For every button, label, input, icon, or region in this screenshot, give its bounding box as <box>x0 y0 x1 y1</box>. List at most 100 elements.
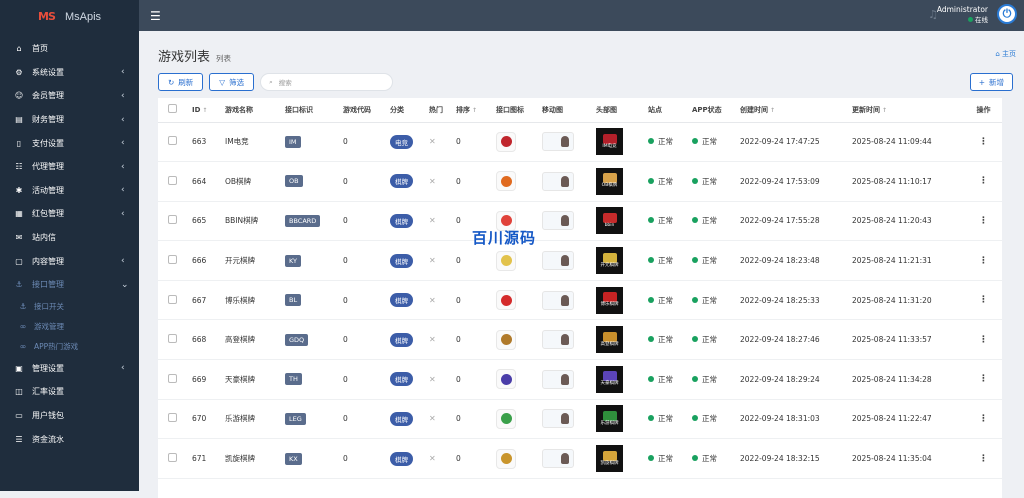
sort-icon[interactable]: ↑ <box>202 107 207 114</box>
table-row[interactable]: 669天豪棋牌TH0棋牌✕0天豪棋牌正常正常2022-09-24 18:29:2… <box>158 360 1002 400</box>
close-icon[interactable]: ✕ <box>429 296 436 305</box>
table-row[interactable]: 667博乐棋牌BL0棋牌✕0博乐棋牌正常正常2022-09-24 18:25:3… <box>158 280 1002 320</box>
column-header[interactable]: 排序↑ <box>456 98 496 122</box>
close-icon[interactable]: ✕ <box>429 414 436 423</box>
mobile-image-thumbnail[interactable] <box>542 449 574 468</box>
sidebar-item[interactable]: ✱活动管理‹ <box>0 179 139 203</box>
refresh-icon: ↻ <box>168 78 174 87</box>
row-checkbox[interactable] <box>168 453 177 462</box>
filter-button[interactable]: ▽筛选 <box>209 73 254 91</box>
sidebar-item[interactable]: ⚙系统设置‹ <box>0 61 139 85</box>
sidebar-item[interactable]: ◫汇率设置 <box>0 380 139 404</box>
table-row[interactable]: 664OB棋牌OB0棋牌✕0OB棋牌正常正常2022-09-24 17:53:0… <box>158 162 1002 202</box>
close-icon[interactable]: ✕ <box>429 335 436 344</box>
close-icon[interactable]: ✕ <box>429 177 436 186</box>
header-image-thumbnail[interactable]: bbin <box>596 207 623 234</box>
more-actions-icon[interactable]: ⋮ <box>979 176 988 186</box>
header-image-thumbnail[interactable]: 凯旋棋牌 <box>596 445 623 472</box>
row-checkbox[interactable] <box>168 176 177 185</box>
game-logo-icon[interactable] <box>496 369 516 389</box>
sidebar-item[interactable]: ▦红包管理‹ <box>0 202 139 226</box>
table-row[interactable]: 666开元棋牌KY0棋牌✕0开元棋牌正常正常2022-09-24 18:23:4… <box>158 241 1002 281</box>
sidebar-item[interactable]: ▣管理设置‹ <box>0 357 139 381</box>
close-icon[interactable]: ✕ <box>429 454 436 463</box>
mobile-image-thumbnail[interactable] <box>542 330 574 349</box>
header-image-thumbnail[interactable]: 乐游棋牌 <box>596 405 623 432</box>
sidebar-subitem[interactable]: ⚓接口开关 <box>0 297 139 317</box>
header-image-thumbnail[interactable]: 开元棋牌 <box>596 247 623 274</box>
table-row[interactable]: 663IM电竞IM0电竞✕0IM电竞正常正常2022-09-24 17:47:2… <box>158 122 1002 162</box>
select-all-checkbox[interactable] <box>168 104 177 113</box>
close-icon[interactable]: ✕ <box>429 216 436 225</box>
column-header[interactable]: 创建时间↑ <box>740 98 852 122</box>
add-button[interactable]: +新增 <box>970 73 1013 91</box>
mobile-image-thumbnail[interactable] <box>542 409 574 428</box>
more-actions-icon[interactable]: ⋮ <box>979 335 988 345</box>
game-logo-icon[interactable] <box>496 330 516 350</box>
game-logo-icon[interactable] <box>496 251 516 271</box>
mobile-image-thumbnail[interactable] <box>542 291 574 310</box>
mobile-image-thumbnail[interactable] <box>542 211 574 230</box>
more-actions-icon[interactable]: ⋮ <box>979 256 988 266</box>
row-checkbox[interactable] <box>168 255 177 264</box>
power-icon[interactable]: ⏻ <box>997 4 1017 24</box>
game-logo-icon[interactable] <box>496 171 516 191</box>
more-actions-icon[interactable]: ⋮ <box>979 295 988 305</box>
table-row[interactable]: 668高登棋牌GDQ0棋牌✕0高登棋牌正常正常2022-09-24 18:27:… <box>158 320 1002 360</box>
sidebar-item[interactable]: ☺会员管理‹ <box>0 84 139 108</box>
row-checkbox[interactable] <box>168 413 177 422</box>
more-actions-icon[interactable]: ⋮ <box>979 454 988 464</box>
sidebar-item[interactable]: ⌂首页 <box>0 37 139 61</box>
game-logo-icon[interactable] <box>496 409 516 429</box>
more-actions-icon[interactable]: ⋮ <box>979 414 988 424</box>
game-logo-icon[interactable] <box>496 290 516 310</box>
sidebar-subitem[interactable]: ∞游戏管理 <box>0 317 139 337</box>
header-image-thumbnail[interactable]: OB棋牌 <box>596 168 623 195</box>
sort-icon[interactable]: ↑ <box>882 107 887 114</box>
sort-icon[interactable]: ↑ <box>472 107 477 114</box>
table-row[interactable]: 671凯旋棋牌KX0棋牌✕0凯旋棋牌正常正常2022-09-24 18:32:1… <box>158 439 1002 479</box>
refresh-button[interactable]: ↻刷新 <box>158 73 203 91</box>
column-header[interactable]: ID↑ <box>192 98 225 122</box>
sidebar-item[interactable]: ▭用户钱包 <box>0 404 139 428</box>
close-icon[interactable]: ✕ <box>429 256 436 265</box>
more-actions-icon[interactable]: ⋮ <box>979 374 988 384</box>
table-row[interactable]: 665BBIN棋牌BBCARD0棋牌✕0bbin正常正常2022-09-24 1… <box>158 201 1002 241</box>
header-image-thumbnail[interactable]: 天豪棋牌 <box>596 366 623 393</box>
sidebar-item[interactable]: ▢内容管理‹ <box>0 249 139 273</box>
sidebar-item[interactable]: ⚓接口管理⌄ <box>0 273 139 297</box>
header-image-thumbnail[interactable]: IM电竞 <box>596 128 623 155</box>
row-checkbox[interactable] <box>168 295 177 304</box>
row-checkbox[interactable] <box>168 334 177 343</box>
chevron-icon: ‹ <box>121 91 133 101</box>
game-logo-icon[interactable] <box>496 449 516 469</box>
row-checkbox[interactable] <box>168 374 177 383</box>
mobile-image-thumbnail[interactable] <box>542 172 574 191</box>
more-actions-icon[interactable]: ⋮ <box>979 216 988 226</box>
search-input[interactable]: ⌕搜索 <box>260 73 393 91</box>
user-info[interactable]: Administrator 在线 <box>937 5 988 25</box>
header-image-thumbnail[interactable]: 博乐棋牌 <box>596 287 623 314</box>
mobile-image-thumbnail[interactable] <box>542 251 574 270</box>
header-image-thumbnail[interactable]: 高登棋牌 <box>596 326 623 353</box>
game-logo-icon[interactable] <box>496 132 516 152</box>
sidebar-item[interactable]: ✉站内信 <box>0 226 139 250</box>
mobile-image-thumbnail[interactable] <box>542 370 574 389</box>
sidebar-item[interactable]: ▯支付设置‹ <box>0 131 139 155</box>
row-checkbox[interactable] <box>168 136 177 145</box>
sort-icon[interactable]: ↑ <box>770 107 775 114</box>
mobile-image-thumbnail[interactable] <box>542 132 574 151</box>
menu-toggle-icon[interactable]: ☰ <box>150 9 161 23</box>
column-header[interactable]: 更新时间↑ <box>852 98 965 122</box>
sidebar-item[interactable]: ▤财务管理‹ <box>0 108 139 132</box>
row-checkbox[interactable] <box>168 215 177 224</box>
close-icon[interactable]: ✕ <box>429 137 436 146</box>
more-actions-icon[interactable]: ⋮ <box>979 137 988 147</box>
sidebar-item[interactable]: ☷代理管理‹ <box>0 155 139 179</box>
sidebar-subitem[interactable]: ∞APP热门游戏 <box>0 337 139 357</box>
sidebar-item[interactable]: ☰资金流水 <box>0 427 139 451</box>
table-row[interactable]: 670乐游棋牌LEG0棋牌✕0乐游棋牌正常正常2022-09-24 18:31:… <box>158 399 1002 439</box>
close-icon[interactable]: ✕ <box>429 375 436 384</box>
breadcrumb[interactable]: ⌂ 主页 <box>995 49 1016 59</box>
brand-logo[interactable]: MS MsApis <box>0 0 139 33</box>
